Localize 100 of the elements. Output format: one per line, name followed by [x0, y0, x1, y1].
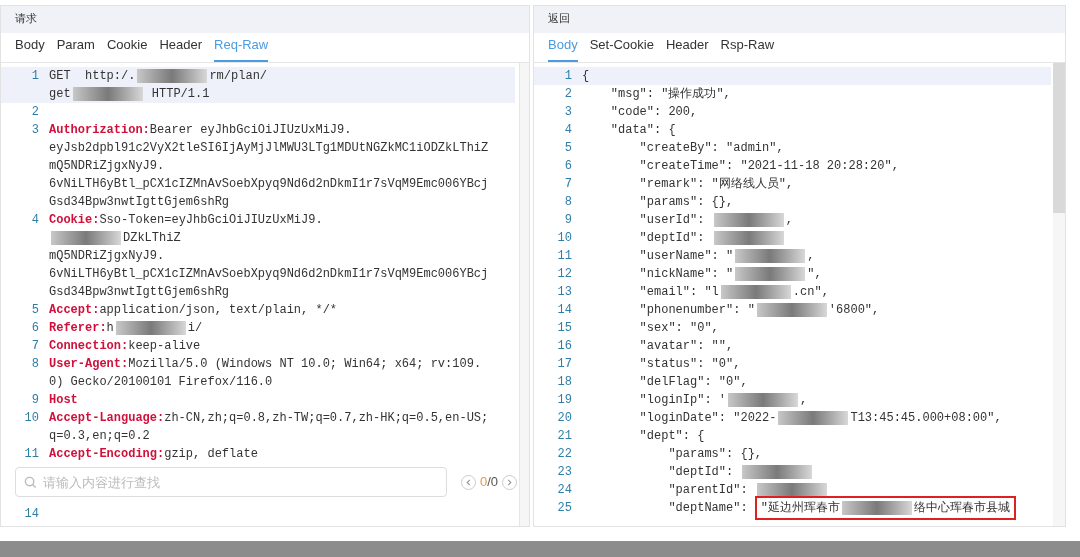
code-text: get	[49, 86, 71, 103]
tab[interactable]: Set-Cookie	[589, 34, 654, 62]
code-text: Gsd34Bpw3nwtIgttGjem6shRg	[49, 194, 230, 211]
line-number: 11	[557, 248, 572, 265]
code-text: Mozilla/5.0 (Windows NT 10.0; Win64; x64; rv:109.	[128, 356, 482, 373]
line-number: 17	[557, 356, 572, 373]
code-text: '6800",	[828, 302, 880, 319]
scrollbar-thumb[interactable]	[1053, 63, 1065, 213]
code-text: Sso-Token=eyJhbGciOiJIUzUxMiJ9.	[99, 212, 323, 229]
search-field[interactable]: 请输入内容进行查找	[15, 467, 447, 497]
panel-title: 返回	[548, 11, 570, 28]
redaction-block	[756, 483, 827, 497]
code-text: "data": {	[609, 122, 676, 139]
tab[interactable]: Rsp-Raw	[720, 34, 775, 62]
header-name: Accept-Encoding:	[49, 446, 165, 463]
code-text: {	[582, 68, 590, 85]
line-number: 7	[31, 338, 39, 355]
tab[interactable]: Cookie	[106, 34, 148, 62]
line-number: 1	[564, 68, 572, 85]
redaction-block	[51, 231, 121, 245]
line-number: 15	[557, 320, 572, 337]
redaction-block	[713, 213, 784, 227]
code-text: h	[106, 320, 114, 337]
line-number: 9	[564, 212, 572, 229]
code-text: Bearer eyJhbGciOiJIUzUxMiJ9.	[149, 122, 352, 139]
tab[interactable]: Header	[665, 34, 709, 62]
code-text: "phonenumber": "	[638, 302, 755, 319]
line-number: 10	[24, 410, 39, 427]
line-number: 7	[564, 176, 572, 193]
redaction-block	[728, 393, 799, 407]
chevron-left-icon	[464, 478, 472, 486]
line-number: 13	[557, 284, 572, 301]
line-number: 3	[564, 104, 572, 121]
code-text: "msg": "操作成功",	[609, 86, 731, 103]
header-name: Host	[49, 392, 78, 409]
line-number: 9	[31, 392, 39, 409]
code-text: "deptName":	[667, 500, 749, 517]
header-name: Accept-Language:	[49, 410, 165, 427]
match-counter: 0/0	[479, 473, 498, 492]
code-text: "status": "0",	[638, 356, 741, 373]
search-icon	[24, 476, 37, 489]
line-number: 21	[557, 428, 572, 445]
code-text: "loginDate": "2022-	[638, 410, 777, 427]
code-text: eyJsb2dpbl91c2VyX2tleSI6IjAyMjJlMWU3LTg1MDUtNGZkMC1iODZkLThiZ	[49, 140, 489, 157]
redaction-block	[115, 321, 186, 335]
header-name: Cookie:	[49, 212, 100, 229]
code-text: "loginIp": '	[638, 392, 727, 409]
code-text: HTTP/1.1	[150, 86, 210, 103]
tab[interactable]: Param	[56, 34, 95, 62]
redaction-block	[735, 249, 806, 263]
code-text: zh-CN,zh;q=0.8,zh-TW;q=0.7,zh-HK;q=0.5,en-US;	[164, 410, 489, 427]
code-text: "createBy": "admin",	[638, 140, 784, 157]
line-number: 1	[31, 68, 39, 85]
code-text: "email": "l	[638, 284, 719, 301]
line-number: 8	[31, 356, 39, 373]
code-text: mQ5NDRiZjgxNyJ9.	[49, 158, 165, 175]
code-text: DZkLThiZ	[123, 230, 181, 247]
line-number: 18	[557, 374, 572, 391]
code-text: ,	[785, 212, 793, 229]
line-number: 4	[564, 122, 572, 139]
code-text: "code": 200,	[609, 104, 698, 121]
tab[interactable]: Body	[15, 34, 45, 62]
line-number: 2	[31, 104, 39, 121]
line-number: 14	[557, 302, 572, 319]
header-name: Authorization:	[49, 122, 150, 139]
line-number: 10	[557, 230, 572, 247]
chevron-right-icon	[506, 478, 513, 486]
line-number: 22	[557, 446, 572, 463]
code-text: "createTime": "2021-11-18 20:28:20",	[638, 158, 899, 175]
code-text: ,	[807, 248, 815, 265]
code-text: Gsd34Bpw3nwtIgttGjem6shRg	[49, 284, 230, 301]
header-name: Connection:	[49, 338, 129, 355]
code-text: "dept": {	[638, 428, 705, 445]
redaction-block	[842, 501, 913, 515]
code-text: GET http:/.	[49, 68, 136, 85]
line-number: 23	[557, 464, 572, 481]
line-number: 3	[31, 122, 39, 139]
header-name: Accept:	[49, 302, 100, 319]
code-text: T13:45:45.000+08:00",	[850, 410, 1002, 427]
line-number: 2	[564, 86, 572, 103]
line-number: 6	[31, 320, 39, 337]
panel-title: 请求	[15, 11, 37, 28]
line-number: 6	[564, 158, 572, 175]
code-text: 6vNiLTH6yBtl_pCX1cIZMnAvSoebXpyq9Nd6d2nDkmI1r7sVqM9Emc006YBcj	[49, 266, 489, 283]
code-text: gzip, deflate	[164, 446, 258, 463]
code-text: mQ5NDRiZjgxNyJ9.	[49, 248, 165, 265]
redaction-block	[137, 69, 208, 83]
line-number: 5	[31, 302, 39, 319]
redaction-block	[778, 411, 849, 425]
code-text: "userId":	[638, 212, 706, 229]
line-number: 16	[557, 338, 572, 355]
line-number: 11	[24, 446, 39, 463]
code-text: keep-alive	[128, 338, 201, 355]
code-text: "userName": "	[638, 248, 734, 265]
line-number: 14	[24, 506, 39, 523]
redaction-block	[756, 303, 827, 317]
line-number: 8	[564, 194, 572, 211]
tab[interactable]: Header	[159, 34, 203, 62]
code-text: "delFlag": "0",	[638, 374, 748, 391]
code-text: q=0.3,en;q=0.2	[49, 428, 150, 445]
